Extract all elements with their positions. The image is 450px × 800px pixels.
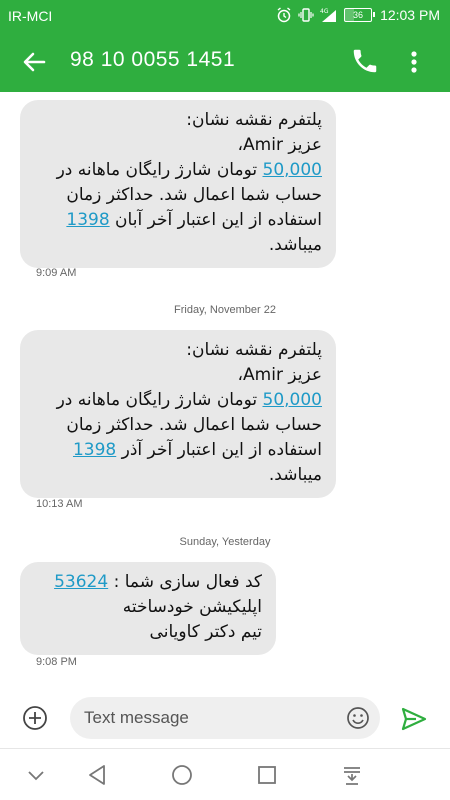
message-line: 50,000 تومان شارژ رایگان ماهانه در	[56, 160, 322, 180]
alarm-icon	[276, 7, 292, 23]
message-line: استفاده از این اعتبار آخر آبان 1398	[66, 210, 322, 230]
message-line: پلتفرم نقشه نشان:	[186, 110, 322, 130]
network-type: 4G	[320, 8, 329, 15]
phone-icon[interactable]	[350, 46, 380, 76]
back-triangle-icon[interactable]	[86, 763, 110, 787]
message-link[interactable]: 1398	[73, 440, 116, 460]
message-line: میباشد.	[268, 465, 322, 485]
message-field[interactable]	[70, 697, 380, 739]
message-line: 50,000 تومان شارژ رایگان ماهانه در	[56, 390, 322, 410]
back-arrow-icon[interactable]	[18, 46, 50, 78]
message-line: حساب شما اعمال شد. حداکثر زمان	[66, 185, 322, 205]
more-vert-icon[interactable]	[402, 46, 426, 78]
message-line: پلتفرم نقشه نشان:	[186, 340, 322, 360]
message-link[interactable]: 53624	[54, 572, 108, 592]
vibrate-icon	[298, 7, 314, 23]
message-line: میباشد.	[268, 235, 322, 255]
hide-nav-icon[interactable]	[24, 763, 48, 787]
message-link[interactable]: 50,000	[263, 160, 322, 180]
message-line: اپلیکیشن خودساخته	[122, 597, 262, 617]
contact-title: 98 10 0055 1451	[70, 48, 236, 71]
message-thread[interactable]: پلتفرم نقشه نشان: عزیز Amir، 50,000 توما…	[0, 92, 450, 690]
emoji-icon[interactable]	[346, 706, 370, 730]
signal-4g-icon: 4G	[320, 7, 338, 23]
day-divider: Friday, November 22	[174, 304, 276, 316]
status-bar: IR-MCI 4G 36 12:03 PM	[0, 0, 450, 32]
compose-bar	[0, 690, 450, 748]
status-time: 12:03 PM	[380, 7, 440, 23]
battery-icon: 36	[344, 8, 376, 22]
message-line: تیم دکتر کاویانی	[149, 622, 262, 642]
add-icon[interactable]	[22, 705, 48, 731]
recents-square-icon[interactable]	[255, 763, 279, 787]
send-icon[interactable]	[400, 705, 428, 733]
status-icons: 4G 36 12:03 PM	[276, 7, 440, 23]
message-link[interactable]: 1398	[66, 210, 109, 230]
message-bubble[interactable]: پلتفرم نقشه نشان: عزیز Amir، 50,000 توما…	[20, 330, 336, 498]
message-line: عزیز Amir،	[237, 365, 322, 385]
message-link[interactable]: 50,000	[263, 390, 322, 410]
home-circle-icon[interactable]	[170, 763, 194, 787]
message-bubble[interactable]: پلتفرم نقشه نشان: عزیز Amir، 50,000 توما…	[20, 100, 336, 268]
system-nav-bar	[0, 748, 450, 800]
message-timestamp: 9:08 PM	[36, 656, 77, 668]
message-line: عزیز Amir،	[237, 135, 322, 155]
message-line: حساب شما اعمال شد. حداکثر زمان	[66, 415, 322, 435]
notification-pull-icon[interactable]	[340, 763, 364, 787]
message-line: کد فعال سازی شما : 53624	[54, 572, 262, 592]
message-timestamp: 10:13 AM	[36, 498, 83, 510]
conversation-header: 98 10 0055 1451	[0, 32, 450, 92]
battery-level: 36	[353, 10, 364, 20]
carrier-label: IR-MCI	[8, 8, 53, 24]
message-line: استفاده از این اعتبار آخر آذر 1398	[72, 440, 322, 460]
message-bubble[interactable]: کد فعال سازی شما : 53624 اپلیکیشن خودساخ…	[20, 562, 276, 655]
message-timestamp: 9:09 AM	[36, 267, 77, 279]
message-input[interactable]	[84, 697, 334, 739]
day-divider: Sunday, Yesterday	[179, 536, 271, 548]
